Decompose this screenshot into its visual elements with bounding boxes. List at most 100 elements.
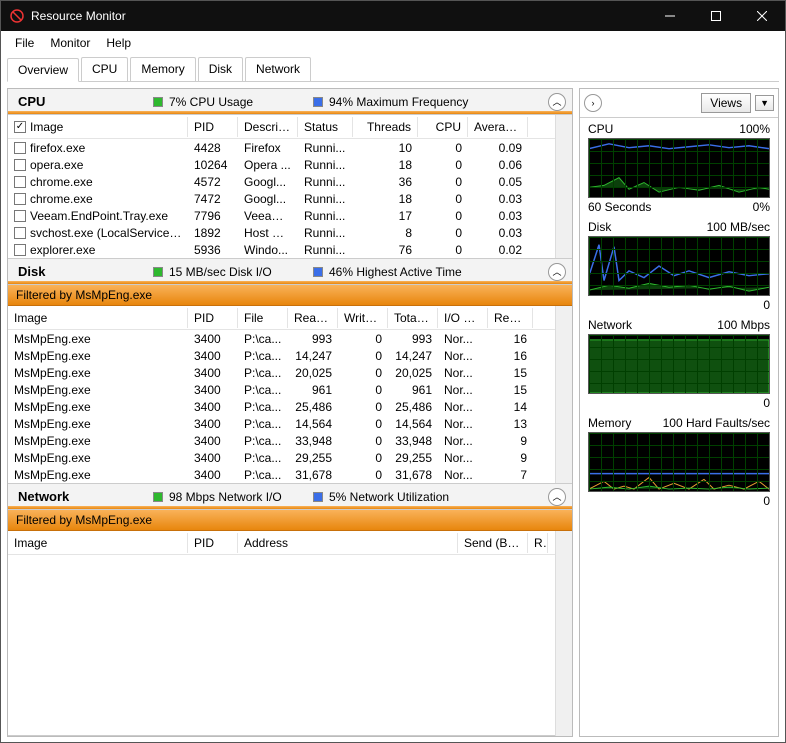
window-title: Resource Monitor bbox=[31, 9, 647, 23]
maximize-button[interactable] bbox=[693, 1, 739, 31]
graph-max: 100 MB/sec bbox=[707, 220, 770, 234]
network-util-stat: 5% Network Utilization bbox=[313, 490, 473, 504]
table-row[interactable]: MsMpEng.exe3400P:\ca...14,247014,247Nor.… bbox=[8, 347, 555, 364]
tab-cpu[interactable]: CPU bbox=[81, 57, 128, 81]
network-graph-canvas bbox=[588, 334, 770, 394]
col-pid[interactable]: PID bbox=[188, 533, 238, 553]
row-checkbox[interactable] bbox=[14, 159, 26, 171]
graph-xaxis: 60 Seconds bbox=[588, 200, 651, 214]
close-button[interactable] bbox=[739, 1, 785, 31]
minimize-button[interactable] bbox=[647, 1, 693, 31]
network-section-title: Network bbox=[8, 489, 153, 504]
tab-memory[interactable]: Memory bbox=[130, 57, 195, 81]
table-row[interactable]: MsMpEng.exe3400P:\ca...14,564014,564Nor.… bbox=[8, 415, 555, 432]
col-read[interactable]: Read ... bbox=[288, 308, 338, 328]
graph-label: Memory bbox=[588, 416, 631, 430]
graph-min: 0 bbox=[763, 298, 770, 312]
col-pid[interactable]: PID bbox=[188, 117, 238, 137]
graph-min: 0% bbox=[753, 200, 770, 214]
titlebar: Resource Monitor bbox=[1, 1, 785, 31]
network-section-header[interactable]: Network 98 Mbps Network I/O 5% Network U… bbox=[8, 484, 572, 510]
cpu-table: Image PID Descrip... Status Threads CPU … bbox=[8, 115, 555, 258]
table-row[interactable]: MsMpEng.exe3400P:\ca...20,025020,025Nor.… bbox=[8, 364, 555, 381]
views-dropdown[interactable]: ▼ bbox=[755, 95, 774, 111]
table-row[interactable]: MsMpEng.exe3400P:\ca...29,255029,255Nor.… bbox=[8, 449, 555, 466]
col-image[interactable]: Image bbox=[8, 533, 188, 553]
table-row[interactable]: firefox.exe4428FirefoxRunni...1000.09 bbox=[8, 139, 555, 156]
disk-filter-bar: Filtered by MsMpEng.exe bbox=[8, 285, 572, 306]
graph-disk: Disk100 MB/sec 0 bbox=[580, 216, 778, 314]
app-icon bbox=[9, 8, 25, 24]
cpu-section-header[interactable]: CPU 7% CPU Usage 94% Maximum Frequency ︿ bbox=[8, 89, 572, 115]
table-row[interactable]: chrome.exe4572Googl...Runni...3600.05 bbox=[8, 173, 555, 190]
graph-label: CPU bbox=[588, 122, 613, 136]
row-checkbox[interactable] bbox=[14, 210, 26, 222]
col-address[interactable]: Address bbox=[238, 533, 458, 553]
table-row[interactable]: MsMpEng.exe3400P:\ca...9930993Nor...16 bbox=[8, 330, 555, 347]
menu-monitor[interactable]: Monitor bbox=[42, 33, 98, 53]
right-panel-header: › Views ▼ bbox=[580, 89, 778, 118]
col-pid[interactable]: PID bbox=[188, 308, 238, 328]
table-row[interactable]: MsMpEng.exe3400P:\ca...9610961Nor...15 bbox=[8, 381, 555, 398]
col-resp[interactable]: Resp... bbox=[488, 308, 533, 328]
col-send[interactable]: Send (B/s... bbox=[458, 533, 528, 553]
graph-min: 0 bbox=[763, 396, 770, 410]
graph-max: 100% bbox=[739, 122, 770, 136]
col-desc[interactable]: Descrip... bbox=[238, 117, 298, 137]
table-row[interactable]: Veeam.EndPoint.Tray.exe7796Veeam ...Runn… bbox=[8, 207, 555, 224]
graph-cpu: CPU 100% 60 Seconds 0% bbox=[580, 118, 778, 216]
tab-overview[interactable]: Overview bbox=[7, 58, 79, 82]
cpu-graph-canvas bbox=[588, 138, 770, 198]
table-row[interactable]: opera.exe10264Opera ...Runni...1800.06 bbox=[8, 156, 555, 173]
col-write[interactable]: Write... bbox=[338, 308, 388, 328]
cpu-usage-stat: 7% CPU Usage bbox=[153, 95, 313, 109]
chevron-up-icon[interactable]: ︿ bbox=[548, 263, 566, 281]
table-row[interactable]: explorer.exe5936Windo...Runni...7600.02 bbox=[8, 241, 555, 258]
menu-help[interactable]: Help bbox=[98, 33, 139, 53]
row-checkbox[interactable] bbox=[14, 193, 26, 205]
menubar: File Monitor Help bbox=[1, 31, 785, 55]
table-row[interactable]: MsMpEng.exe3400P:\ca...25,486025,486Nor.… bbox=[8, 398, 555, 415]
scrollbar[interactable] bbox=[555, 115, 572, 258]
row-checkbox[interactable] bbox=[14, 142, 26, 154]
scrollbar[interactable] bbox=[555, 531, 572, 737]
row-checkbox[interactable] bbox=[14, 176, 26, 188]
graph-max: 100 Mbps bbox=[717, 318, 770, 332]
chevron-right-icon[interactable]: › bbox=[584, 94, 602, 112]
graph-max: 100 Hard Faults/sec bbox=[663, 416, 770, 430]
disk-io-stat: 15 MB/sec Disk I/O bbox=[153, 265, 313, 279]
disk-table-header: Image PID File Read ... Write... Total .… bbox=[8, 306, 555, 330]
col-image[interactable]: Image bbox=[30, 120, 63, 134]
disk-table: Image PID File Read ... Write... Total .… bbox=[8, 306, 555, 483]
row-checkbox[interactable] bbox=[14, 227, 26, 239]
col-status[interactable]: Status bbox=[298, 117, 353, 137]
graph-min: 0 bbox=[763, 494, 770, 508]
chevron-up-icon[interactable]: ︿ bbox=[548, 488, 566, 506]
col-avg[interactable]: Averag... bbox=[468, 117, 528, 137]
col-file[interactable]: File bbox=[238, 308, 288, 328]
graph-memory: Memory 100 Hard Faults/sec 0 bbox=[580, 412, 778, 510]
table-row[interactable]: MsMpEng.exe3400P:\ca...33,948033,948Nor.… bbox=[8, 432, 555, 449]
col-image[interactable]: Image bbox=[8, 308, 188, 328]
col-cpu[interactable]: CPU bbox=[418, 117, 468, 137]
col-threads[interactable]: Threads bbox=[353, 117, 418, 137]
views-button[interactable]: Views bbox=[701, 93, 751, 113]
tab-network[interactable]: Network bbox=[245, 57, 311, 81]
tab-disk[interactable]: Disk bbox=[198, 57, 243, 81]
table-row[interactable]: svchost.exe (LocalServiceNet...1892Host … bbox=[8, 224, 555, 241]
chevron-up-icon[interactable]: ︿ bbox=[548, 93, 566, 111]
network-table-header: Image PID Address Send (B/s... Re bbox=[8, 531, 555, 555]
col-recv[interactable]: Re bbox=[528, 533, 548, 553]
menu-file[interactable]: File bbox=[7, 33, 42, 53]
left-panel: CPU 7% CPU Usage 94% Maximum Frequency ︿… bbox=[7, 88, 573, 737]
col-iopr[interactable]: I/O Pr... bbox=[438, 308, 488, 328]
cpu-section-title: CPU bbox=[8, 94, 153, 109]
scrollbar[interactable] bbox=[555, 306, 572, 483]
select-all-checkbox[interactable] bbox=[14, 121, 26, 133]
col-total[interactable]: Total ... bbox=[388, 308, 438, 328]
table-row[interactable]: MsMpEng.exe3400P:\ca...31,678031,678Nor.… bbox=[8, 466, 555, 483]
disk-section-header[interactable]: Disk 15 MB/sec Disk I/O 46% Highest Acti… bbox=[8, 259, 572, 285]
tabstrip: Overview CPU Memory Disk Network bbox=[7, 57, 779, 82]
row-checkbox[interactable] bbox=[14, 244, 26, 256]
table-row[interactable]: chrome.exe7472Googl...Runni...1800.03 bbox=[8, 190, 555, 207]
